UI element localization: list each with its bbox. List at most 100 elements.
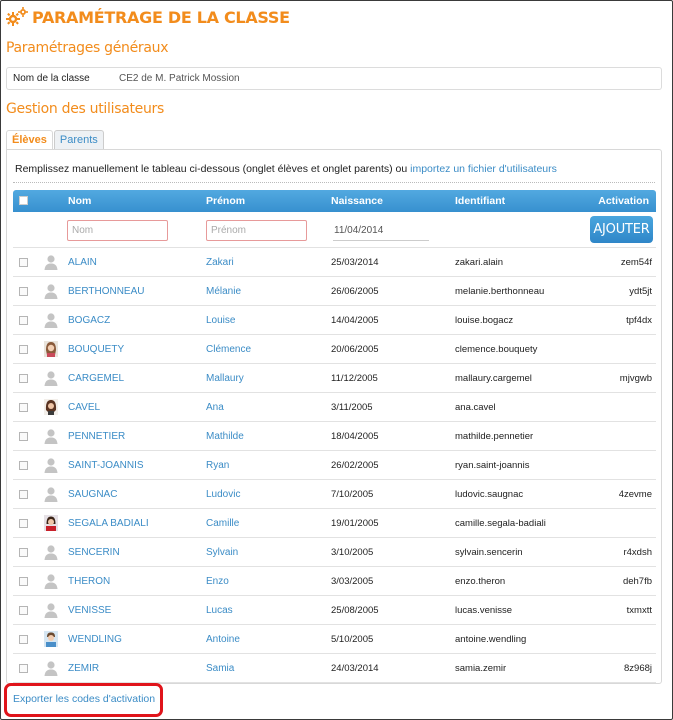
student-lastname-link[interactable]: SAINT-JOANNIS <box>68 460 144 471</box>
header-activation[interactable]: Activation <box>598 195 649 207</box>
row-checkbox[interactable] <box>19 432 28 441</box>
student-lastname-link[interactable]: ALAIN <box>68 257 97 268</box>
student-firstname-link[interactable]: Ryan <box>206 460 229 471</box>
default-avatar-icon <box>44 312 58 328</box>
student-firstname-link[interactable]: Camille <box>206 518 239 529</box>
student-lastname-link[interactable]: ZEMIR <box>68 663 99 674</box>
header-naissance[interactable]: Naissance <box>331 195 383 207</box>
select-all-checkbox[interactable] <box>19 196 28 205</box>
student-firstname-link[interactable]: Sylvain <box>206 547 238 558</box>
header-prenom[interactable]: Prénom <box>206 195 245 207</box>
header-nom[interactable]: Nom <box>68 195 91 207</box>
header-identifiant[interactable]: Identifiant <box>455 195 505 207</box>
student-lastname-link[interactable]: WENDLING <box>68 634 122 645</box>
student-lastname-link[interactable]: BERTHONNEAU <box>68 286 145 297</box>
instructions: Remplissez manuellement le tableau ci-de… <box>15 163 557 175</box>
student-birthdate: 7/10/2005 <box>331 489 374 500</box>
student-birthdate: 24/03/2014 <box>331 663 379 674</box>
table-row: CARGEMEL Mallaury 11/12/2005 mallaury.carge… <box>13 364 656 393</box>
row-checkbox[interactable] <box>19 345 28 354</box>
page-header: PARAMÉTRAGE DE LA CLASSE <box>6 6 290 28</box>
student-firstname-link[interactable]: Mallaury <box>206 373 244 384</box>
student-lastname-link[interactable]: CAVEL <box>68 402 100 413</box>
student-lastname-link[interactable]: VENISSE <box>68 605 111 616</box>
export-activation-codes-link[interactable]: Exporter les codes d'activation <box>13 693 155 705</box>
student-birthdate: 18/04/2005 <box>331 431 379 442</box>
table-row: ALAIN Zakari 25/03/2014 zakari.alain zem54f <box>13 248 656 277</box>
row-checkbox[interactable] <box>19 374 28 383</box>
student-birthdate: 25/08/2005 <box>331 605 379 616</box>
birthdate-input[interactable]: 11/04/2014 <box>333 220 429 241</box>
student-username: clemence.bouquety <box>455 344 538 355</box>
student-firstname-link[interactable]: Mélanie <box>206 286 241 297</box>
table-row: CAVEL Ana 3/11/2005 ana.cavel <box>13 393 656 422</box>
student-username: lucas.venisse <box>455 605 513 616</box>
row-checkbox[interactable] <box>19 664 28 673</box>
table-row: SAINT-JOANNIS Ryan 26/02/2005 ryan.saint-jo… <box>13 451 656 480</box>
student-firstname-link[interactable]: Ludovic <box>206 489 240 500</box>
users-panel: Remplissez manuellement le tableau ci-de… <box>6 149 662 684</box>
row-checkbox[interactable] <box>19 316 28 325</box>
add-button[interactable]: AJOUTER <box>590 216 653 243</box>
row-checkbox[interactable] <box>19 577 28 586</box>
student-username: enzo.theron <box>455 576 506 587</box>
student-birthdate: 11/12/2005 <box>331 373 378 384</box>
row-checkbox[interactable] <box>19 461 28 470</box>
table-row: BERTHONNEAU Mélanie 26/06/2005 melanie.bert… <box>13 277 656 306</box>
student-username: melanie.berthonneau <box>455 286 545 297</box>
student-username: ryan.saint-joannis <box>455 460 530 471</box>
instructions-text: Remplissez manuellement le tableau ci-de… <box>15 163 408 175</box>
default-avatar-icon <box>44 283 58 299</box>
prenom-input[interactable]: Prénom <box>206 220 307 241</box>
student-firstname-link[interactable]: Lucas <box>206 605 233 616</box>
class-name-label: Nom de la classe <box>13 73 90 84</box>
row-checkbox[interactable] <box>19 490 28 499</box>
default-avatar-icon <box>44 602 58 618</box>
row-checkbox[interactable] <box>19 258 28 267</box>
student-lastname-link[interactable]: SENCERIN <box>68 547 120 558</box>
row-checkbox[interactable] <box>19 287 28 296</box>
default-avatar-icon <box>44 573 58 589</box>
student-username: ana.cavel <box>455 402 496 413</box>
student-lastname-link[interactable]: BOUQUETY <box>68 344 124 355</box>
table-row: BOUQUETY Clémence 20/06/2005 clemence.bouqu… <box>13 335 656 364</box>
tab-parents[interactable]: Parents <box>53 130 104 149</box>
activation-code: zem54f <box>620 257 652 268</box>
student-firstname-link[interactable]: Ana <box>206 402 224 413</box>
row-checkbox[interactable] <box>19 548 28 557</box>
student-lastname-link[interactable]: BOGACZ <box>68 315 110 326</box>
class-name-field[interactable]: Nom de la classe CE2 de M. Patrick Mossi… <box>6 67 662 90</box>
student-username: mallaury.cargemel <box>455 373 532 384</box>
student-username: louise.bogacz <box>455 315 514 326</box>
tab-eleves[interactable]: Élèves <box>6 130 53 149</box>
student-lastname-link[interactable]: SAUGNAC <box>68 489 117 500</box>
default-avatar-icon <box>44 660 58 676</box>
student-firstname-link[interactable]: Zakari <box>206 257 234 268</box>
student-firstname-link[interactable]: Mathilde <box>206 431 244 442</box>
activation-code: mjvgwb <box>619 373 652 384</box>
student-firstname-link[interactable]: Louise <box>206 315 235 326</box>
table-header: Nom Prénom Naissance Identifiant Activat… <box>13 190 656 212</box>
class-name-input[interactable]: CE2 de M. Patrick Mossion <box>119 73 240 84</box>
import-users-link[interactable]: importez un fichier d'utilisateurs <box>410 163 557 175</box>
nom-input[interactable]: Nom <box>67 220 168 241</box>
table-row: SEGALA BADIALI Camille 19/01/2005 camille.s… <box>13 509 656 538</box>
row-checkbox[interactable] <box>19 606 28 615</box>
student-lastname-link[interactable]: SEGALA BADIALI <box>68 518 149 529</box>
student-firstname-link[interactable]: Antoine <box>206 634 240 645</box>
row-checkbox[interactable] <box>19 403 28 412</box>
student-lastname-link[interactable]: PENNETIER <box>68 431 125 442</box>
add-student-row: Nom Prénom 11/04/2014 AJOUTER <box>13 212 656 248</box>
table-row: BOGACZ Louise 14/04/2005 louise.bogacz tpf4d… <box>13 306 656 335</box>
student-username: sylvain.sencerin <box>455 547 523 558</box>
row-checkbox[interactable] <box>19 519 28 528</box>
row-checkbox[interactable] <box>19 635 28 644</box>
student-firstname-link[interactable]: Clémence <box>206 344 251 355</box>
table-row: SENCERIN Sylvain 3/10/2005 sylvain.sencerin… <box>13 538 656 567</box>
student-lastname-link[interactable]: CARGEMEL <box>68 373 124 384</box>
tab-bar: Élèves Parents <box>6 130 105 149</box>
default-avatar-icon <box>44 370 58 386</box>
student-lastname-link[interactable]: THERON <box>68 576 110 587</box>
student-firstname-link[interactable]: Samia <box>206 663 234 674</box>
student-firstname-link[interactable]: Enzo <box>206 576 229 587</box>
